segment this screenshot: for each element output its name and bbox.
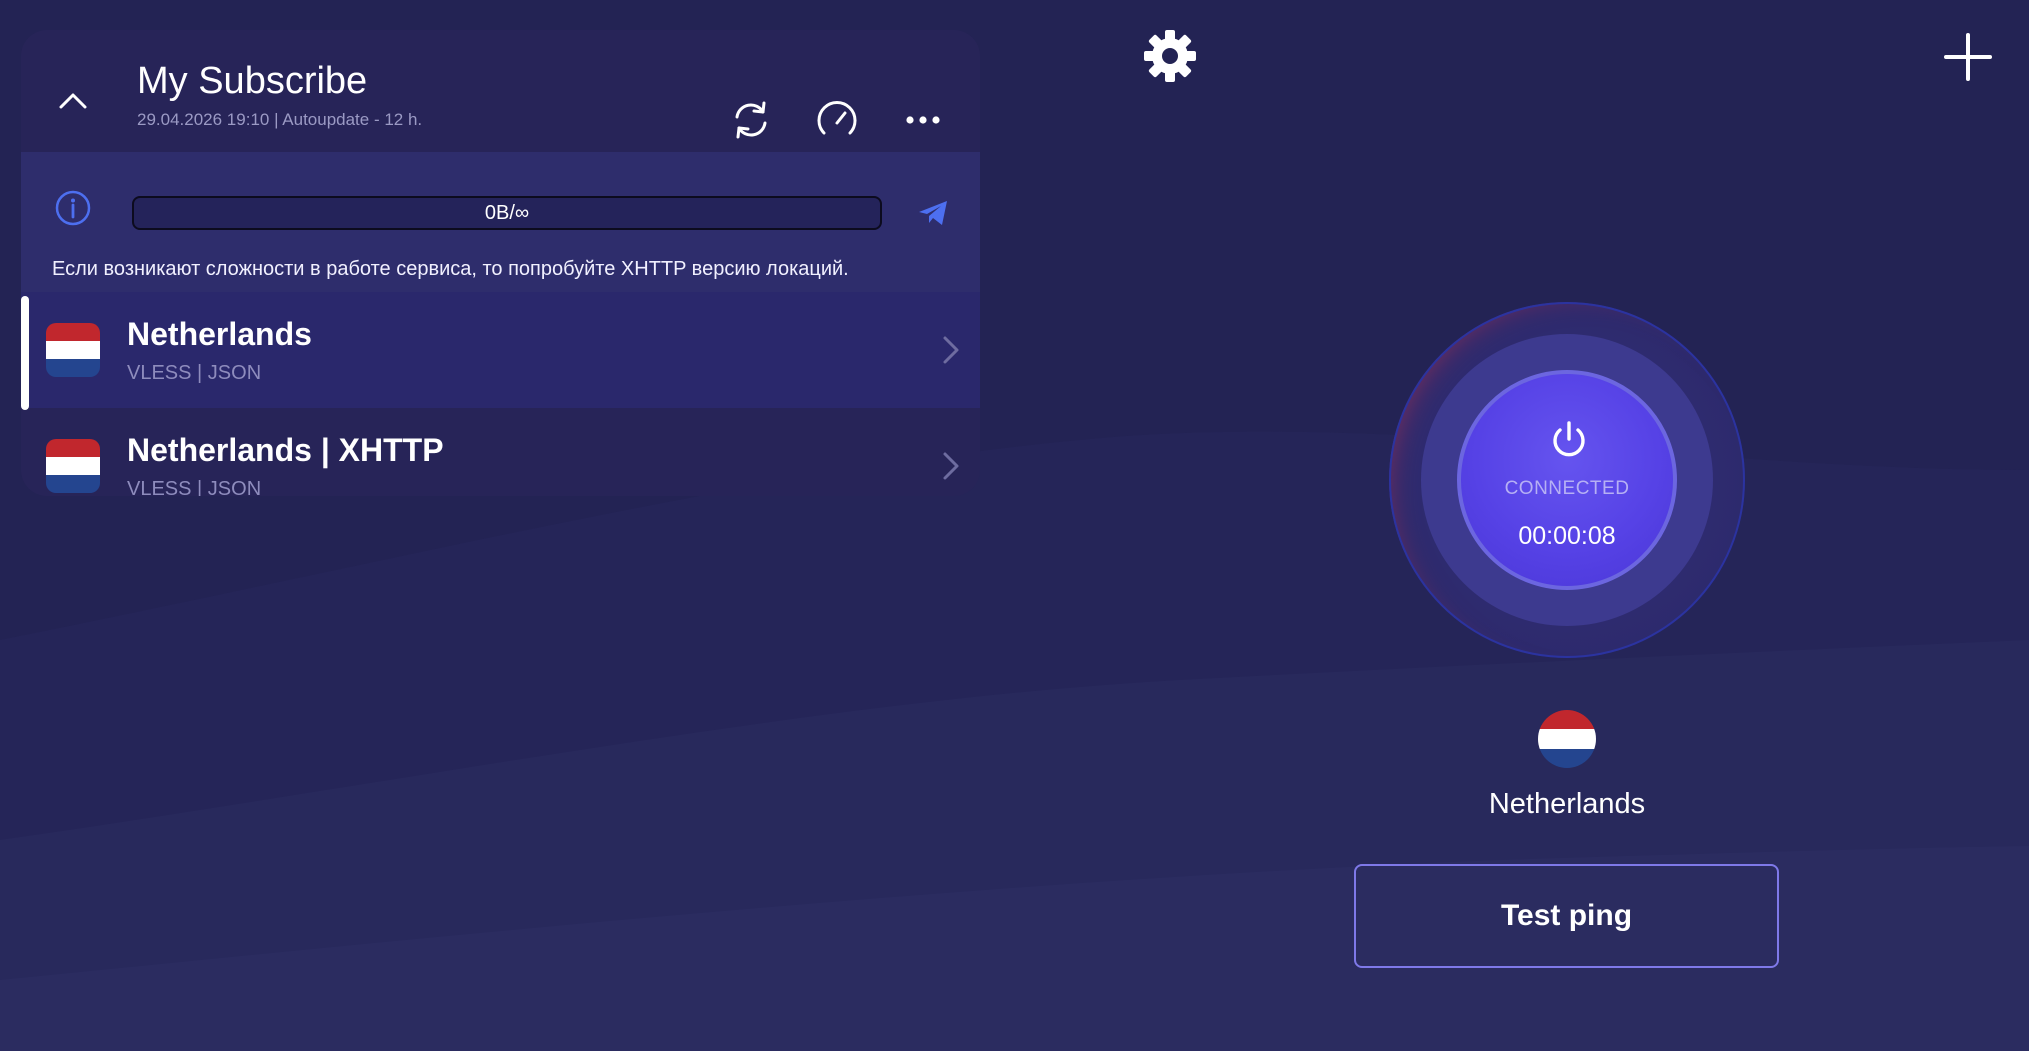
- power-icon: [1553, 421, 1585, 457]
- chevron-right-icon: [943, 336, 959, 364]
- connect-button[interactable]: CONNECTED 00:00:08: [1457, 370, 1677, 590]
- subscription-title: My Subscribe: [137, 60, 368, 102]
- chevron-up-icon[interactable]: [51, 78, 95, 122]
- service-notice: Если возникают сложности в работе сервис…: [52, 258, 849, 280]
- nl-flag-icon: [46, 439, 100, 493]
- chevron-right-icon: [943, 452, 959, 480]
- server-name: Netherlands | XHTTP: [127, 432, 444, 468]
- subscription-header: My Subscribe 29.04.2026 19:10 | Autoupda…: [21, 30, 980, 152]
- connection-timer: 00:00:08: [1518, 522, 1616, 550]
- selected-indicator: [21, 296, 29, 410]
- traffic-usage-bar: 0B/∞: [132, 196, 882, 230]
- test-ping-button[interactable]: Test ping: [1354, 864, 1779, 968]
- server-protocol: VLESS | JSON: [127, 478, 262, 496]
- gear-icon[interactable]: [1142, 28, 1198, 84]
- nl-flag-icon: [1538, 710, 1596, 768]
- refresh-icon[interactable]: [725, 94, 777, 146]
- server-item-netherlands[interactable]: Netherlands VLESS | JSON: [21, 292, 980, 410]
- nl-flag-icon: [46, 323, 100, 377]
- selected-location-name: Netherlands: [1488, 788, 1646, 820]
- subscription-meta: 29.04.2026 19:10 | Autoupdate - 12 h.: [137, 110, 423, 129]
- speedometer-icon[interactable]: [811, 94, 863, 146]
- server-name: Netherlands: [127, 316, 312, 352]
- plus-icon[interactable]: [1944, 33, 1992, 81]
- subscription-panel: My Subscribe 29.04.2026 19:10 | Autoupda…: [21, 30, 980, 496]
- connection-status: CONNECTED: [1504, 478, 1630, 499]
- server-item-netherlands-xhttp[interactable]: Netherlands | XHTTP VLESS | JSON: [21, 408, 980, 496]
- server-protocol: VLESS | JSON: [127, 362, 262, 384]
- more-horizontal-icon[interactable]: [897, 94, 949, 146]
- subscription-info-row: 0B/∞ Если возникают сложности в работе с…: [21, 152, 980, 292]
- traffic-usage-text: 0B/∞: [484, 201, 530, 224]
- connect-control: CONNECTED 00:00:08: [1389, 302, 1745, 658]
- telegram-icon[interactable]: [912, 192, 954, 234]
- info-icon[interactable]: [53, 188, 93, 228]
